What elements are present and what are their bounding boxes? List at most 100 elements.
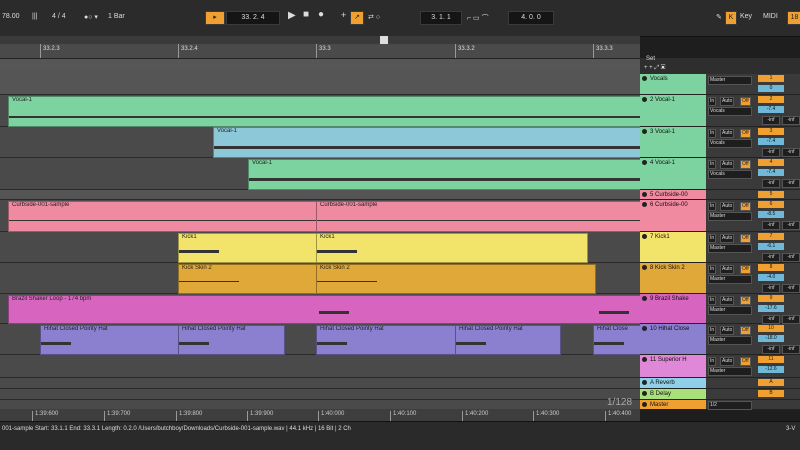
midi-map-label[interactable]: MIDI xyxy=(763,13,778,20)
clip-hihat[interactable]: Hihat Closed Pointy Hat xyxy=(178,325,285,355)
metronome-icon[interactable]: ||| xyxy=(32,13,37,20)
track-activator[interactable]: 8 xyxy=(758,264,784,271)
monitor-auto-button[interactable]: Auto xyxy=(720,326,735,335)
volume-display[interactable]: -7.4 xyxy=(758,106,784,113)
volume-display[interactable]: -7.4 xyxy=(758,138,784,145)
output-select[interactable]: Master xyxy=(708,275,752,284)
track-fold-icon[interactable] xyxy=(642,296,647,301)
track-activator[interactable]: B xyxy=(758,390,784,397)
volume-display[interactable]: 0 xyxy=(758,85,784,92)
monitor-off-button[interactable]: Off xyxy=(740,97,751,106)
clip-curbside[interactable]: Curbside-001-sample xyxy=(316,201,640,232)
track-activator[interactable]: A xyxy=(758,379,784,386)
cue-select[interactable]: 1/2 xyxy=(708,401,752,410)
arrangement-follow-icon[interactable]: ▸ xyxy=(205,11,225,25)
monitor-auto-button[interactable]: Auto xyxy=(720,234,735,243)
track-fold-icon[interactable] xyxy=(642,234,647,239)
follow-icon[interactable]: ●○ ▾ xyxy=(84,13,98,21)
loop-length-display[interactable]: 4. 0. 0 xyxy=(508,11,554,25)
monitor-in-button[interactable]: In xyxy=(708,357,717,366)
monitor-in-button[interactable]: In xyxy=(708,296,717,305)
track-header[interactable]: 5 Curbside-00 xyxy=(640,190,706,200)
volume-display[interactable]: -7.4 xyxy=(758,169,784,176)
output-select[interactable]: Master xyxy=(708,212,752,221)
track-activator[interactable]: 10 xyxy=(758,325,784,332)
track-header[interactable]: 4 Vocal-1 xyxy=(640,158,706,190)
output-select[interactable]: Master xyxy=(708,367,752,376)
track-activator[interactable]: 3 xyxy=(758,128,784,135)
track-header[interactable]: Master xyxy=(640,400,706,410)
output-select[interactable]: Vocals xyxy=(708,107,752,116)
clip-kick-skin[interactable]: Kick Skin 2 xyxy=(316,264,596,294)
track-fold-icon[interactable] xyxy=(642,97,647,102)
monitor-auto-button[interactable]: Auto xyxy=(720,265,735,274)
output-select[interactable]: Master xyxy=(708,244,752,253)
monitor-off-button[interactable]: Off xyxy=(740,296,751,305)
track-fold-icon[interactable] xyxy=(642,76,647,81)
monitor-off-button[interactable]: Off xyxy=(740,265,751,274)
stop-icon[interactable]: ■ xyxy=(303,9,309,20)
output-select[interactable]: Vocals xyxy=(708,139,752,148)
clip-hihat[interactable]: Hihat Closed Pointy Hat xyxy=(40,325,180,355)
track-fold-icon[interactable] xyxy=(642,202,647,207)
draw-mode-icon[interactable]: ⌐ ▭ ⌒ xyxy=(467,13,489,23)
track-header[interactable]: 3 Vocal-1 xyxy=(640,127,706,158)
track-fold-icon[interactable] xyxy=(642,391,647,396)
monitor-in-button[interactable]: In xyxy=(708,129,717,138)
monitor-off-button[interactable]: Off xyxy=(740,326,751,335)
monitor-off-button[interactable]: Off xyxy=(740,160,751,169)
clip-hihat[interactable]: Hihat Close xyxy=(593,325,640,355)
clip-kick[interactable]: Kick1 xyxy=(178,233,318,263)
position-display[interactable]: 33. 2. 4 xyxy=(226,11,280,25)
monitor-auto-button[interactable]: Auto xyxy=(720,357,735,366)
monitor-off-button[interactable]: Off xyxy=(740,357,751,366)
monitor-auto-button[interactable]: Auto xyxy=(720,202,735,211)
key-map-icon[interactable]: K xyxy=(725,11,737,25)
clip-brazil-shaker[interactable]: Brazil Shaker Loop - 174 bpm xyxy=(8,295,640,324)
overview-handle[interactable] xyxy=(380,36,388,44)
clip-vocal-1[interactable]: Vocal-1 xyxy=(8,96,640,127)
track-header[interactable]: 10 Hihat Close xyxy=(640,324,706,355)
monitor-auto-button[interactable]: Auto xyxy=(720,296,735,305)
track-fold-icon[interactable] xyxy=(642,192,647,197)
track-fold-icon[interactable] xyxy=(642,380,647,385)
tempo-display[interactable]: 78.00 xyxy=(2,13,20,20)
monitor-auto-button[interactable]: Auto xyxy=(720,129,735,138)
monitor-in-button[interactable]: In xyxy=(708,326,717,335)
clip-kick[interactable]: Kick1 xyxy=(316,233,588,263)
track-activator[interactable]: 7 xyxy=(758,233,784,240)
track-header[interactable]: 6 Curbside-00 xyxy=(640,200,706,232)
clip-vocal-1[interactable]: Vocal-1 xyxy=(248,159,640,190)
track-activator[interactable]: 5 xyxy=(758,191,784,198)
track-activator[interactable]: 1 xyxy=(758,75,784,82)
track-fold-icon[interactable] xyxy=(642,265,647,270)
clip-kick-skin[interactable]: Kick Skin 2 xyxy=(178,264,318,294)
output-select[interactable]: Master xyxy=(708,336,752,345)
volume-display[interactable]: -6.1 xyxy=(758,243,784,250)
clip-hihat[interactable]: Hihat Closed Pointy Hat xyxy=(316,325,456,355)
quantize-select[interactable]: 1 Bar xyxy=(108,13,125,20)
monitor-in-button[interactable]: In xyxy=(708,160,717,169)
monitor-in-button[interactable]: In xyxy=(708,265,717,274)
capture-icon[interactable]: ⇄ ○ xyxy=(368,13,380,21)
track-fold-icon[interactable] xyxy=(642,357,647,362)
scrub-area[interactable] xyxy=(0,59,640,70)
track-header[interactable]: A Reverb xyxy=(640,378,706,389)
track-fold-icon[interactable] xyxy=(642,160,647,165)
monitor-in-button[interactable]: In xyxy=(708,234,717,243)
volume-display[interactable]: -12.6 xyxy=(758,366,784,373)
monitor-off-button[interactable]: Off xyxy=(740,202,751,211)
overview-strip[interactable] xyxy=(0,36,640,44)
volume-display[interactable]: -18.0 xyxy=(758,335,784,342)
arrangement-view[interactable]: Vocal-1 Vocal-1 Vocal-1 Curbside-001-sam… xyxy=(0,70,640,409)
key-map-label[interactable]: Key xyxy=(740,13,752,20)
output-select[interactable]: Master xyxy=(708,76,752,85)
track-header[interactable]: 8 Kick Skin 2 xyxy=(640,263,706,294)
overdub-icon[interactable]: + xyxy=(341,10,346,20)
track-activator[interactable]: 2 xyxy=(758,96,784,103)
track-activator[interactable]: 6 xyxy=(758,201,784,208)
output-select[interactable]: Vocals xyxy=(708,170,752,179)
track-fold-icon[interactable] xyxy=(642,129,647,134)
monitor-in-button[interactable]: In xyxy=(708,202,717,211)
monitor-off-button[interactable]: Off xyxy=(740,129,751,138)
